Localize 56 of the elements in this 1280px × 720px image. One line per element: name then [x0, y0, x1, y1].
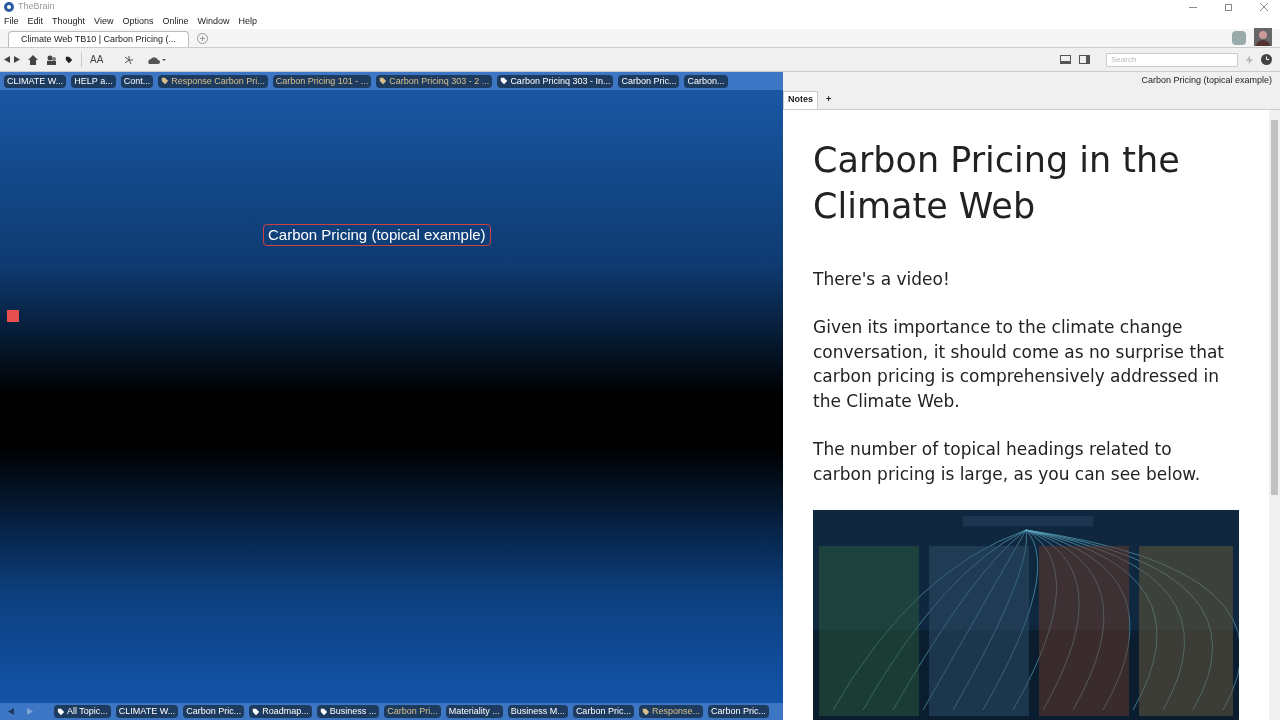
pinned-thought[interactable]: Carbon Pricinq 303 - In... — [497, 74, 614, 88]
note-paragraph: The number of topical headings related to carbon pricing is large, as you can see below. — [813, 438, 1202, 486]
pinned-thought[interactable]: CLIMATE W... — [4, 74, 67, 88]
pinned-thought[interactable]: Carbon Pri... — [384, 705, 441, 718]
pinned-thought[interactable]: Carbon Pricinq 303 - 2 ... — [376, 74, 493, 88]
menu-item[interactable]: View — [94, 14, 114, 29]
thought-canvas[interactable] — [0, 72, 783, 720]
document-tab[interactable]: Climate Web TB10 | Carbon Pricing (... — [8, 31, 190, 47]
notes-path-title: Carbon Pricing (topical example) — [1141, 74, 1272, 88]
pinned-thought[interactable]: Carbon Pric... — [707, 705, 769, 718]
pinned-thought[interactable]: Business M... — [507, 705, 568, 718]
menu-item[interactable]: Help — [238, 14, 257, 29]
search-field[interactable]: Search — [1106, 52, 1238, 67]
pinned-thought[interactable]: Carbon Pricing 101 - ... — [272, 74, 372, 88]
pinned-thought[interactable]: Carbon Pric... — [572, 705, 634, 718]
cloud-icon[interactable] — [147, 54, 168, 65]
avatar-icon[interactable] — [1254, 28, 1272, 46]
menu-item[interactable]: Online — [162, 14, 189, 29]
note-paragraph: There's a video! — [813, 267, 951, 291]
menu-item[interactable]: Thought — [52, 14, 86, 29]
forward-icon[interactable] — [14, 56, 20, 63]
notes-tab[interactable]: Notes — [783, 90, 818, 109]
pinned-thought[interactable]: Response Carbon Pri... — [158, 74, 268, 88]
window-title: TheBrain — [18, 0, 55, 14]
menu-item[interactable]: Edit — [27, 14, 44, 29]
pinned-thought[interactable]: Cont... — [120, 74, 154, 88]
home-icon[interactable] — [28, 54, 38, 65]
menu-item[interactable]: File — [4, 14, 19, 29]
pinned-thought[interactable]: HELP a... — [71, 74, 116, 88]
close-icon[interactable] — [1260, 3, 1268, 11]
people-icon[interactable] — [46, 54, 57, 65]
pinned-thought[interactable]: All Topic... — [54, 705, 111, 718]
minimize-icon[interactable] — [1189, 6, 1197, 8]
menu-item[interactable]: Window — [197, 14, 230, 29]
pinned-thought[interactable]: Carbon Pric... — [183, 705, 245, 718]
pinned-thought[interactable]: Response... — [638, 705, 703, 718]
tag-icon — [65, 55, 73, 64]
pinned-thought[interactable]: Roadmap... — [249, 705, 312, 718]
pinned-thought[interactable]: Carbon Pric... — [618, 74, 680, 88]
pinned-thought[interactable]: Materiality ... — [445, 705, 503, 718]
back-icon[interactable] — [4, 56, 10, 63]
pinned-thought[interactable]: Carbon... — [684, 74, 728, 88]
clock-icon[interactable] — [1261, 54, 1272, 65]
side-panel-icon[interactable] — [1079, 55, 1090, 64]
note-paragraph: Given its importance to the climate change conversation, it should come as no surprise that carbon pricing is comprehensively addressed in the Climate Web. — [813, 316, 1225, 413]
font-size-button[interactable]: AA — [81, 52, 104, 67]
pinned-thought[interactable]: CLIMATE W... — [115, 705, 179, 718]
menu-item[interactable]: Options — [122, 14, 154, 29]
notes-tab[interactable]: + — [822, 90, 836, 109]
note-heading: Carbon Pricing in the Climate Web — [813, 139, 1181, 228]
add-tab-icon[interactable] — [197, 33, 209, 44]
active-thought[interactable]: Carbon Pricing (topical example) — [263, 224, 491, 246]
bottom-panel-icon[interactable] — [1060, 55, 1071, 64]
pinned-thought[interactable]: Business ... — [316, 705, 380, 718]
scrollbar[interactable] — [1269, 110, 1280, 720]
restore-icon[interactable] — [1225, 3, 1232, 11]
